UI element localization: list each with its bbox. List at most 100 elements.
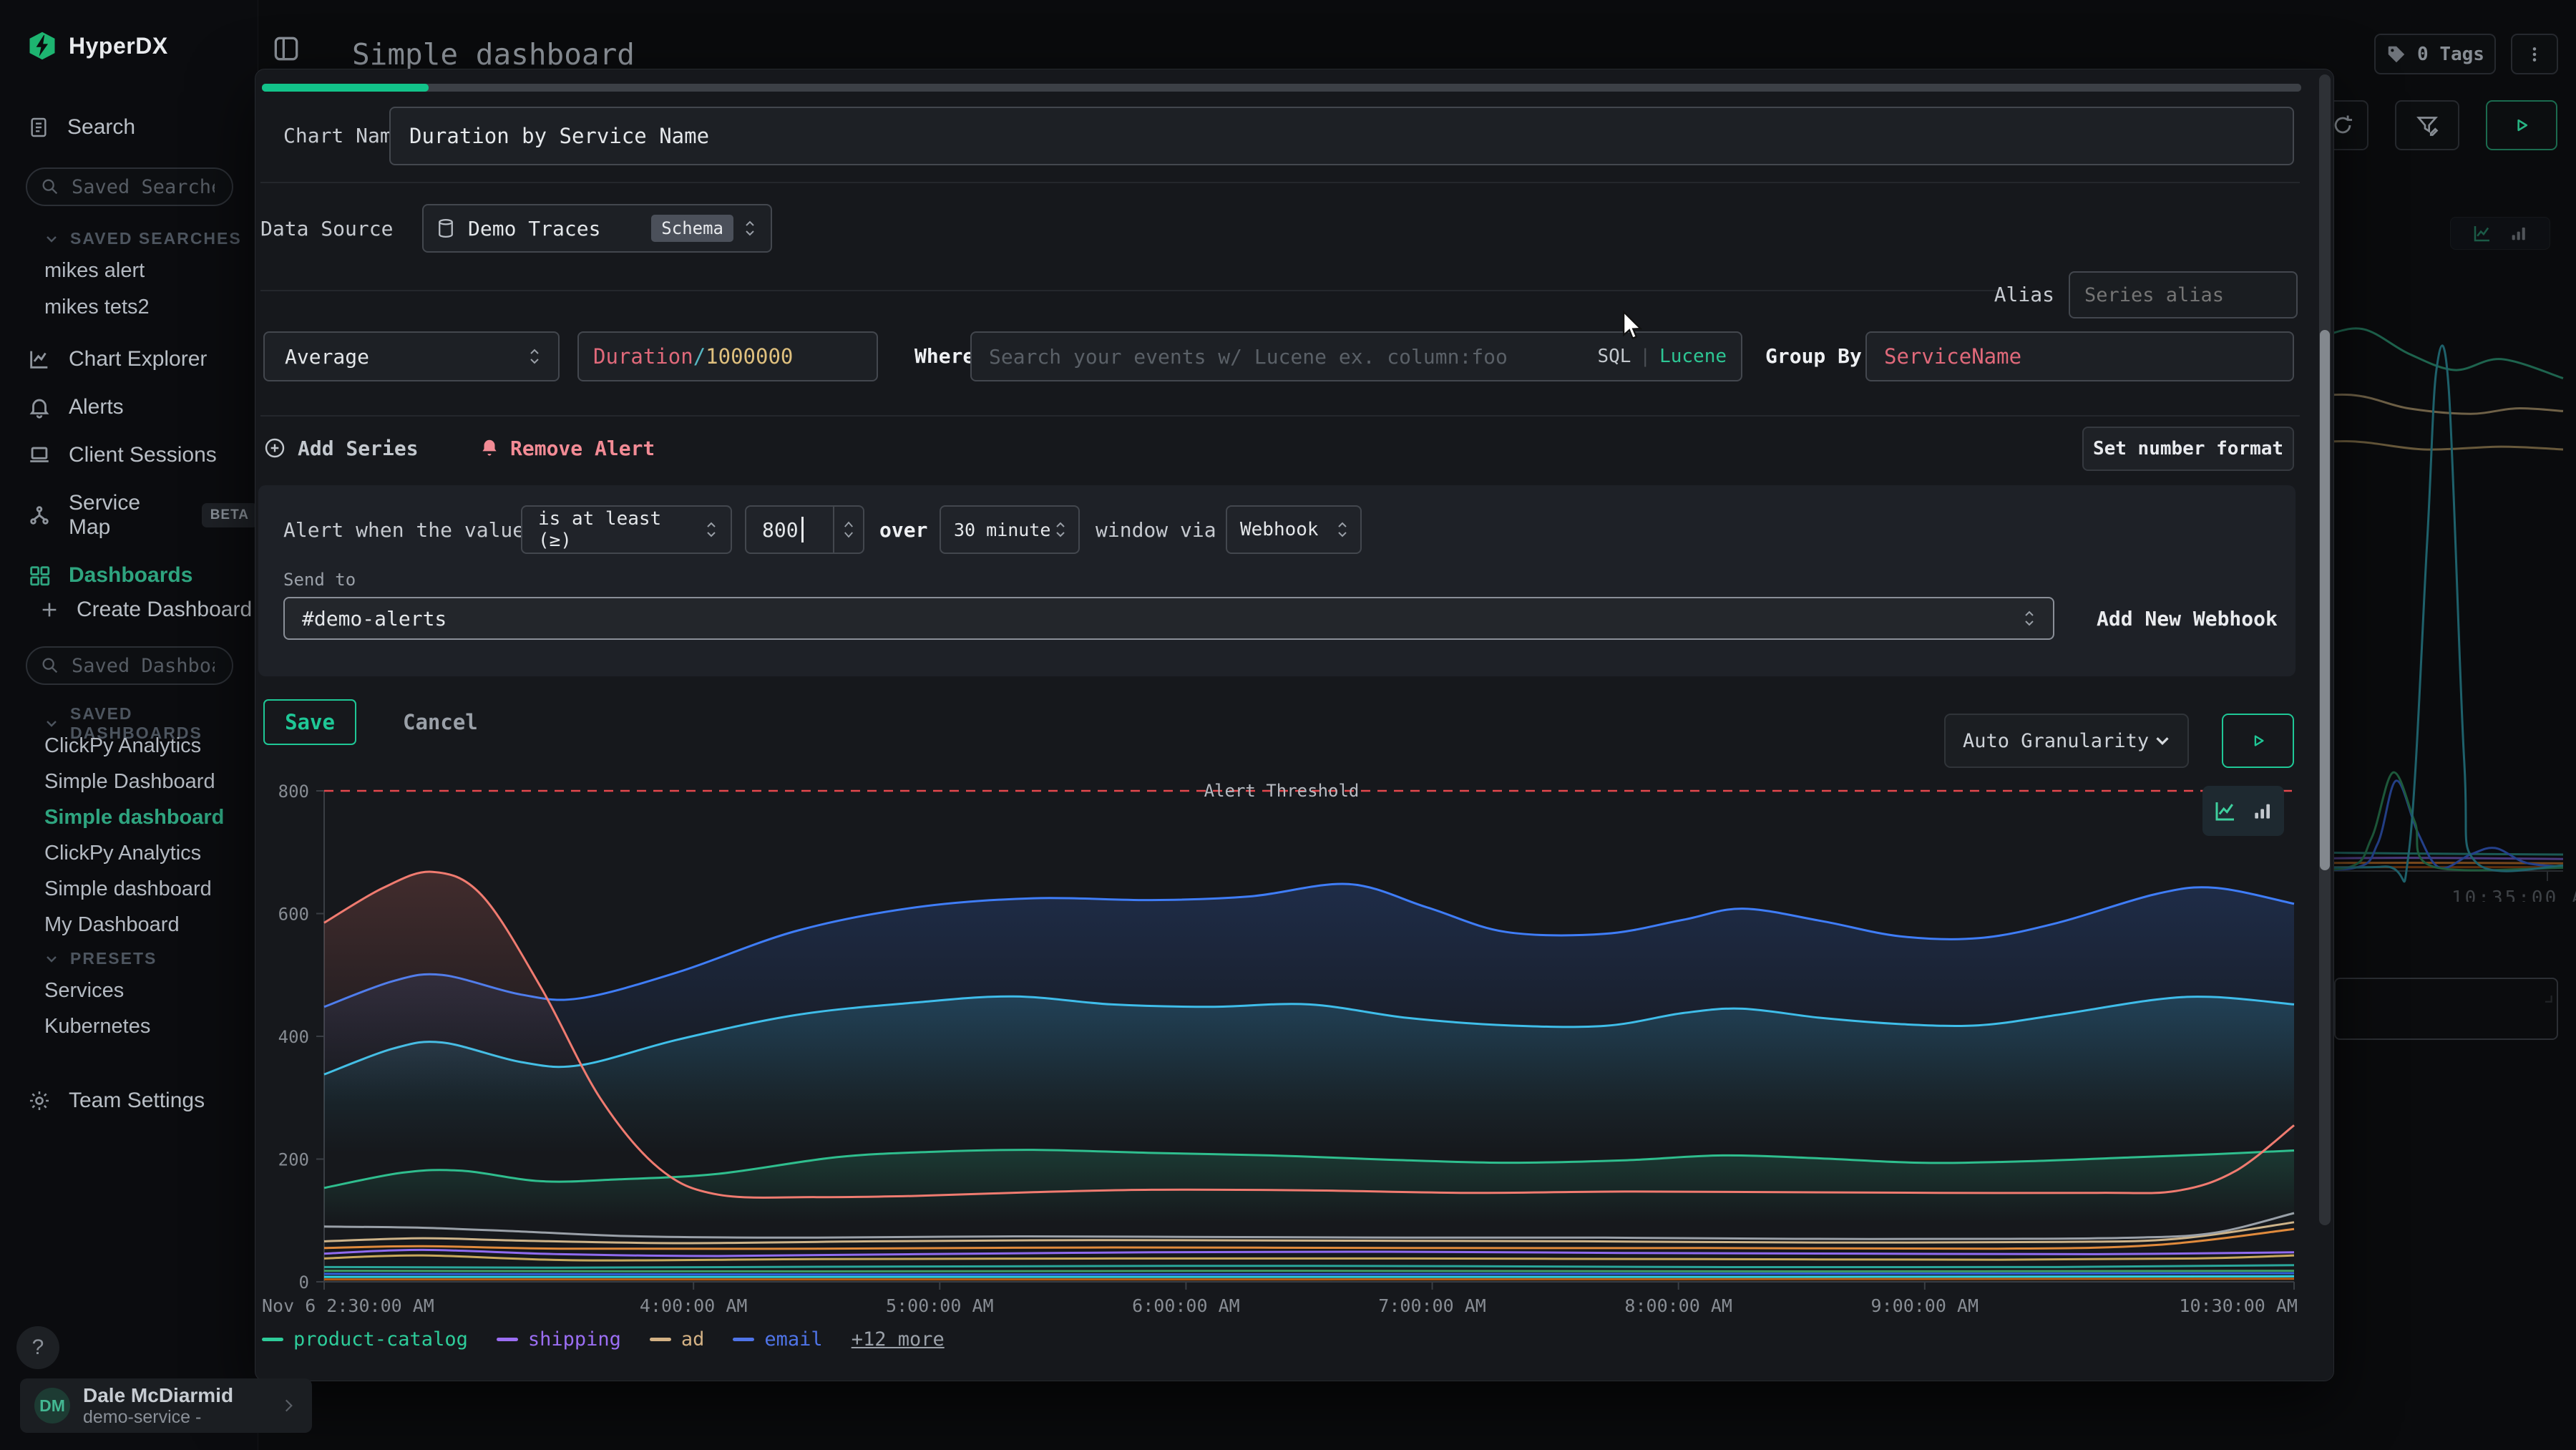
plus-circle-icon <box>263 437 286 459</box>
run-query-button[interactable] <box>2486 100 2557 150</box>
alert-condition-select[interactable]: is at least (≥) <box>521 505 732 554</box>
sidebar-item-dashboards[interactable]: Dashboards <box>27 563 258 588</box>
kebab-menu-icon <box>2525 42 2544 67</box>
webhook-select[interactable]: #demo-alerts <box>283 597 2054 640</box>
chart-name-input[interactable] <box>389 107 2294 165</box>
chart-icon <box>27 347 52 371</box>
preview-run-button[interactable] <box>2222 714 2294 768</box>
chevron-down-icon <box>2152 730 2173 751</box>
save-button[interactable]: Save <box>263 699 356 745</box>
sidebar-item-chart-explorer[interactable]: Chart Explorer <box>27 347 258 371</box>
saved-dashboard-item[interactable]: ClickPy Analytics <box>44 842 224 865</box>
saved-dashboard-item[interactable]: Simple dashboard <box>44 806 224 829</box>
webhook-value: #demo-alerts <box>302 607 447 631</box>
expression-value: 1000000 <box>706 344 793 369</box>
sidebar-item-service-map[interactable]: Service MapBETA <box>27 491 258 540</box>
sidebar-item-search[interactable]: Search <box>27 112 135 143</box>
number-spinner[interactable] <box>833 507 863 553</box>
data-source-select[interactable]: Demo Traces Schema <box>422 204 772 253</box>
legend-swatch <box>650 1338 671 1341</box>
alert-panel: Alert when the value is at least (≥) 800… <box>258 485 2296 676</box>
legend-more-link[interactable]: +12 more <box>852 1328 945 1351</box>
saved-dashboard-item[interactable]: Simple Dashboard <box>44 770 224 794</box>
granularity-select[interactable]: Auto Granularity <box>1944 714 2189 768</box>
group-by-input[interactable]: ServiceName <box>1865 331 2294 381</box>
presets-list: Services Kubernetes <box>44 979 150 1038</box>
add-new-webhook-button[interactable]: Add New Webhook <box>2097 603 2278 634</box>
aggregation-select[interactable]: Average <box>263 331 560 381</box>
more-options-button[interactable] <box>2511 34 2558 74</box>
preset-item[interactable]: Kubernetes <box>44 1015 150 1038</box>
alert-threshold-input[interactable]: 800 <box>745 505 864 554</box>
play-icon <box>2248 731 2268 751</box>
tags-button[interactable]: 0 Tags <box>2374 34 2496 74</box>
alert-prefix-label: Alert when the value <box>283 514 525 545</box>
sidebar-collapse-button[interactable] <box>270 33 302 64</box>
alert-window-select[interactable]: 30 minute <box>940 505 1080 554</box>
presets-header[interactable]: PRESETS <box>43 949 157 968</box>
svg-text:9:00:00 AM: 9:00:00 AM <box>1871 1295 1979 1316</box>
saved-dashboard-item[interactable]: My Dashboard <box>44 913 224 937</box>
background-chart-type-toggle[interactable] <box>2450 217 2550 250</box>
legend-item[interactable]: ad <box>650 1328 705 1351</box>
chevron-down-icon <box>43 230 60 248</box>
brand-name: HyperDX <box>69 33 168 59</box>
set-number-format-button[interactable]: Set number format <box>2082 427 2294 471</box>
add-series-label: Add Series <box>298 437 419 460</box>
legend-label: shipping <box>528 1328 621 1351</box>
saved-search-item[interactable]: mikes tets2 <box>44 296 150 319</box>
alert-condition-value: is at least (≥) <box>538 508 702 551</box>
sidebar-item-team-settings[interactable]: Team Settings <box>27 1085 205 1116</box>
group-by-value: ServiceName <box>1884 344 2021 369</box>
legend-label: ad <box>681 1328 705 1351</box>
saved-search-item[interactable]: mikes alert <box>44 259 150 283</box>
sidebar-item-client-sessions[interactable]: Client Sessions <box>27 443 258 467</box>
saved-dashboards-input[interactable] <box>70 654 216 678</box>
saved-dashboard-item[interactable]: ClickPy Analytics <box>44 734 224 758</box>
expression-operator: / <box>693 344 706 369</box>
help-button[interactable]: ? <box>16 1326 59 1369</box>
edit-chart-modal: Chart Name Data Source Demo Traces Schem… <box>255 69 2334 1381</box>
filter-button[interactable] <box>2395 100 2459 150</box>
bar-chart-icon <box>2251 799 2274 822</box>
legend-item[interactable]: product-catalog <box>262 1328 468 1351</box>
chart-type-toggle[interactable] <box>2202 786 2284 836</box>
modal-top-progress <box>262 84 429 92</box>
svg-text:10:30:00 AM: 10:30:00 AM <box>2179 1295 2298 1316</box>
alias-input[interactable] <box>2069 271 2298 318</box>
svg-text:800: 800 <box>278 782 309 802</box>
lucene-mode-toggle[interactable]: Lucene <box>1659 346 1727 367</box>
over-label: over <box>879 514 927 545</box>
create-dashboard-button[interactable]: Create Dashboard <box>39 594 252 626</box>
sidebar-item-label: Service Map <box>69 491 175 540</box>
user-card[interactable]: DM Dale McDiarmid demo-service - <box>20 1378 312 1433</box>
remove-alert-button[interactable]: Remove Alert <box>479 432 655 464</box>
team-settings-label: Team Settings <box>69 1089 205 1113</box>
saved-searches-input[interactable] <box>70 175 216 199</box>
sql-mode-toggle[interactable]: SQL <box>1597 346 1631 367</box>
alert-channel-select[interactable]: Webhook <box>1226 505 1362 554</box>
saved-searches-header[interactable]: SAVED SEARCHES <box>43 229 242 248</box>
svg-text:Alert Threshold: Alert Threshold <box>1204 781 1360 801</box>
window-via-label: window via <box>1096 514 1216 545</box>
legend-item[interactable]: email <box>733 1328 822 1351</box>
sidebar-item-alerts[interactable]: Alerts <box>27 395 258 419</box>
legend-swatch <box>262 1338 283 1341</box>
saved-dashboards-searchbox[interactable] <box>26 646 233 685</box>
brand[interactable]: HyperDX <box>27 30 168 62</box>
saved-searches-searchbox[interactable] <box>26 167 233 206</box>
saved-searches-list: mikes alert mikes tets2 <box>44 259 150 319</box>
svg-text:200: 200 <box>278 1150 309 1170</box>
alias-label: Alias <box>1976 278 2054 310</box>
grid-icon <box>27 563 52 588</box>
legend-item[interactable]: shipping <box>497 1328 621 1351</box>
modal-scrollbar-thumb[interactable] <box>2320 330 2330 870</box>
saved-dashboard-item[interactable]: Simple dashboard <box>44 877 224 901</box>
svg-text:10:35:00 AM: 10:35:00 AM <box>2451 887 2576 902</box>
cancel-button[interactable]: Cancel <box>403 699 478 745</box>
chevron-updown-icon <box>1051 519 1070 540</box>
sidebar-item-label: Chart Explorer <box>69 347 207 371</box>
preset-item[interactable]: Services <box>44 979 150 1003</box>
add-series-button[interactable]: Add Series <box>263 432 419 464</box>
expression-input[interactable]: Duration/1000000 <box>577 331 878 381</box>
